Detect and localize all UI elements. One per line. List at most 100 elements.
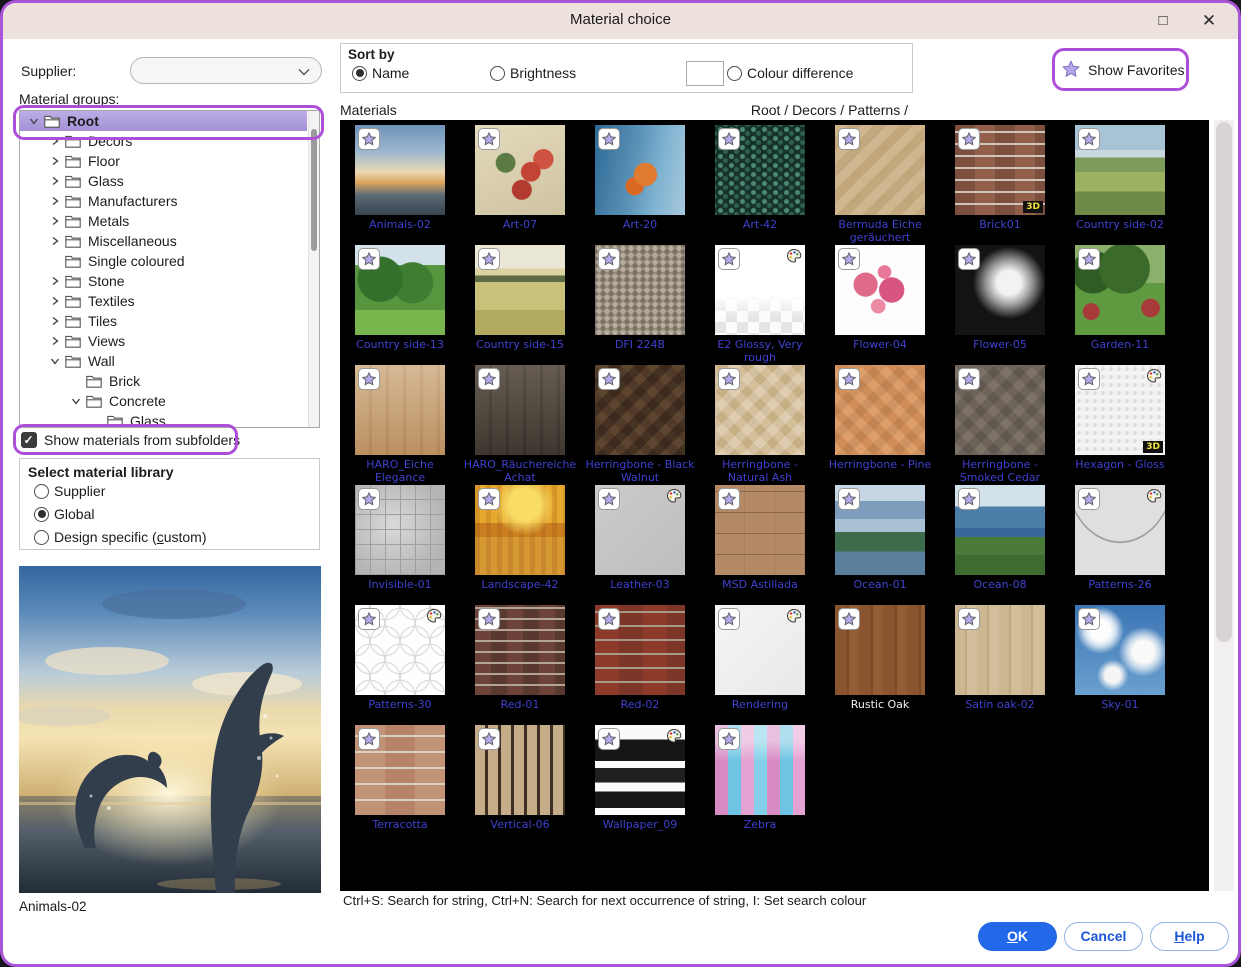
material-item[interactable]: Leather-03 (580, 485, 700, 605)
radio-icon[interactable] (34, 484, 49, 499)
chevron-right-icon[interactable] (47, 274, 62, 289)
material-item[interactable]: HARO_Eiche Elegance (340, 365, 460, 485)
material-item[interactable]: Flower-04 (820, 245, 940, 365)
chevron-down-icon[interactable] (68, 394, 83, 409)
material-thumbnail[interactable] (475, 485, 565, 575)
tree-item-concrete[interactable]: Concrete (20, 391, 307, 411)
tree-item-tiles[interactable]: Tiles (20, 311, 307, 331)
chevron-right-icon[interactable] (47, 134, 62, 149)
library-option-supplier[interactable]: Supplier (34, 483, 105, 499)
material-item[interactable]: Wallpaper_09 (580, 725, 700, 845)
material-thumbnail[interactable] (355, 125, 445, 215)
grid-scrollbar-thumb[interactable] (1216, 122, 1232, 642)
material-item[interactable]: Rendering (700, 605, 820, 725)
material-thumbnail[interactable] (595, 245, 685, 335)
radio-icon[interactable] (34, 530, 49, 545)
material-thumbnail[interactable] (715, 725, 805, 815)
radio-icon[interactable] (352, 66, 367, 81)
material-thumbnail[interactable] (715, 365, 805, 455)
material-thumbnail[interactable] (355, 245, 445, 335)
sort-option-colour-difference[interactable]: Colour difference (727, 65, 853, 81)
sort-option-name[interactable]: Name (352, 65, 409, 81)
material-item[interactable]: 3DBrick01 (940, 125, 1060, 245)
material-thumbnail[interactable] (595, 485, 685, 575)
material-item[interactable]: Herringbone - Natural Ash (700, 365, 820, 485)
chevron-right-icon[interactable] (47, 174, 62, 189)
material-thumbnail[interactable] (1075, 605, 1165, 695)
chevron-right-icon[interactable] (47, 314, 62, 329)
radio-icon[interactable] (34, 507, 49, 522)
tree-item-views[interactable]: Views (20, 331, 307, 351)
material-thumbnail[interactable] (955, 245, 1045, 335)
material-item[interactable]: MSD Astillada (700, 485, 820, 605)
material-thumbnail[interactable] (1075, 245, 1165, 335)
close-button[interactable]: ✕ (1196, 9, 1222, 33)
material-thumbnail[interactable] (715, 245, 805, 335)
material-item[interactable]: Patterns-30 (340, 605, 460, 725)
checkbox-checked-icon[interactable] (21, 432, 37, 448)
material-item[interactable]: Terracotta (340, 725, 460, 845)
show-favorites-button[interactable]: Show Favorites (1061, 54, 1185, 86)
tree-scrollbar-thumb[interactable] (311, 129, 317, 251)
material-item[interactable]: Ocean-08 (940, 485, 1060, 605)
material-thumbnail[interactable] (835, 485, 925, 575)
tree-item-wall[interactable]: Wall (20, 351, 307, 371)
library-option-design-specific[interactable]: Design specific (custom) (34, 529, 207, 545)
tree-item-glass[interactable]: Glass (20, 411, 307, 428)
material-item[interactable]: Vertical-06 (460, 725, 580, 845)
material-item[interactable]: Art-07 (460, 125, 580, 245)
material-item[interactable]: Landscape-42 (460, 485, 580, 605)
material-item[interactable]: Red-01 (460, 605, 580, 725)
material-thumbnail[interactable] (355, 365, 445, 455)
tree-item-manufacturers[interactable]: Manufacturers (20, 191, 307, 211)
material-item[interactable]: Animals-02 (340, 125, 460, 245)
material-item[interactable]: Country side-13 (340, 245, 460, 365)
show-subfolders-checkbox[interactable]: Show materials from subfolders (21, 432, 240, 448)
material-thumbnail[interactable] (835, 365, 925, 455)
cancel-button[interactable]: Cancel (1064, 922, 1143, 951)
material-groups-tree[interactable]: RootDecorsFloorGlassManufacturersMetalsM… (19, 110, 320, 428)
material-thumbnail[interactable] (355, 605, 445, 695)
colour-swatch[interactable] (686, 61, 724, 86)
chevron-right-icon[interactable] (47, 334, 62, 349)
grid-scrollbar[interactable] (1214, 120, 1234, 891)
material-thumbnail[interactable] (475, 245, 565, 335)
material-item[interactable]: Herringbone - Black Walnut (580, 365, 700, 485)
material-thumbnail[interactable] (355, 725, 445, 815)
chevron-down-icon[interactable] (47, 354, 62, 369)
material-thumbnail[interactable] (475, 365, 565, 455)
material-item[interactable]: Art-20 (580, 125, 700, 245)
breadcrumb[interactable]: Root / Decors / Patterns / (603, 102, 908, 118)
tree-item-textiles[interactable]: Textiles (20, 291, 307, 311)
material-thumbnail[interactable] (355, 485, 445, 575)
material-item[interactable]: Invisible-01 (340, 485, 460, 605)
chevron-right-icon[interactable] (47, 214, 62, 229)
material-thumbnail[interactable] (595, 125, 685, 215)
material-thumbnail[interactable] (595, 605, 685, 695)
material-item[interactable]: DFI 224B (580, 245, 700, 365)
material-thumbnail[interactable] (955, 485, 1045, 575)
help-button[interactable]: Help (1150, 922, 1229, 951)
radio-icon[interactable] (490, 66, 505, 81)
maximize-button[interactable]: □ (1150, 9, 1176, 33)
material-item[interactable]: Garden-11 (1060, 245, 1180, 365)
material-item[interactable]: E2 Glossy, Very rough (700, 245, 820, 365)
tree-item-root[interactable]: Root (20, 111, 307, 131)
material-thumbnail[interactable] (715, 125, 805, 215)
chevron-down-icon[interactable] (26, 114, 41, 129)
tree-item-metals[interactable]: Metals (20, 211, 307, 231)
material-thumbnail[interactable]: 3D (955, 125, 1045, 215)
material-item[interactable]: Bermuda Eiche geräuchert (820, 125, 940, 245)
library-option-global[interactable]: Global (34, 506, 94, 522)
material-item[interactable]: Country side-15 (460, 245, 580, 365)
material-thumbnail[interactable] (955, 365, 1045, 455)
chevron-right-icon[interactable] (47, 194, 62, 209)
material-thumbnail[interactable] (475, 725, 565, 815)
chevron-right-icon[interactable] (47, 154, 62, 169)
material-thumbnail[interactable] (1075, 485, 1165, 575)
material-item[interactable]: Ocean-01 (820, 485, 940, 605)
material-thumbnail[interactable] (595, 365, 685, 455)
tree-item-floor[interactable]: Floor (20, 151, 307, 171)
material-item[interactable]: Red-02 (580, 605, 700, 725)
material-thumbnail[interactable] (715, 605, 805, 695)
